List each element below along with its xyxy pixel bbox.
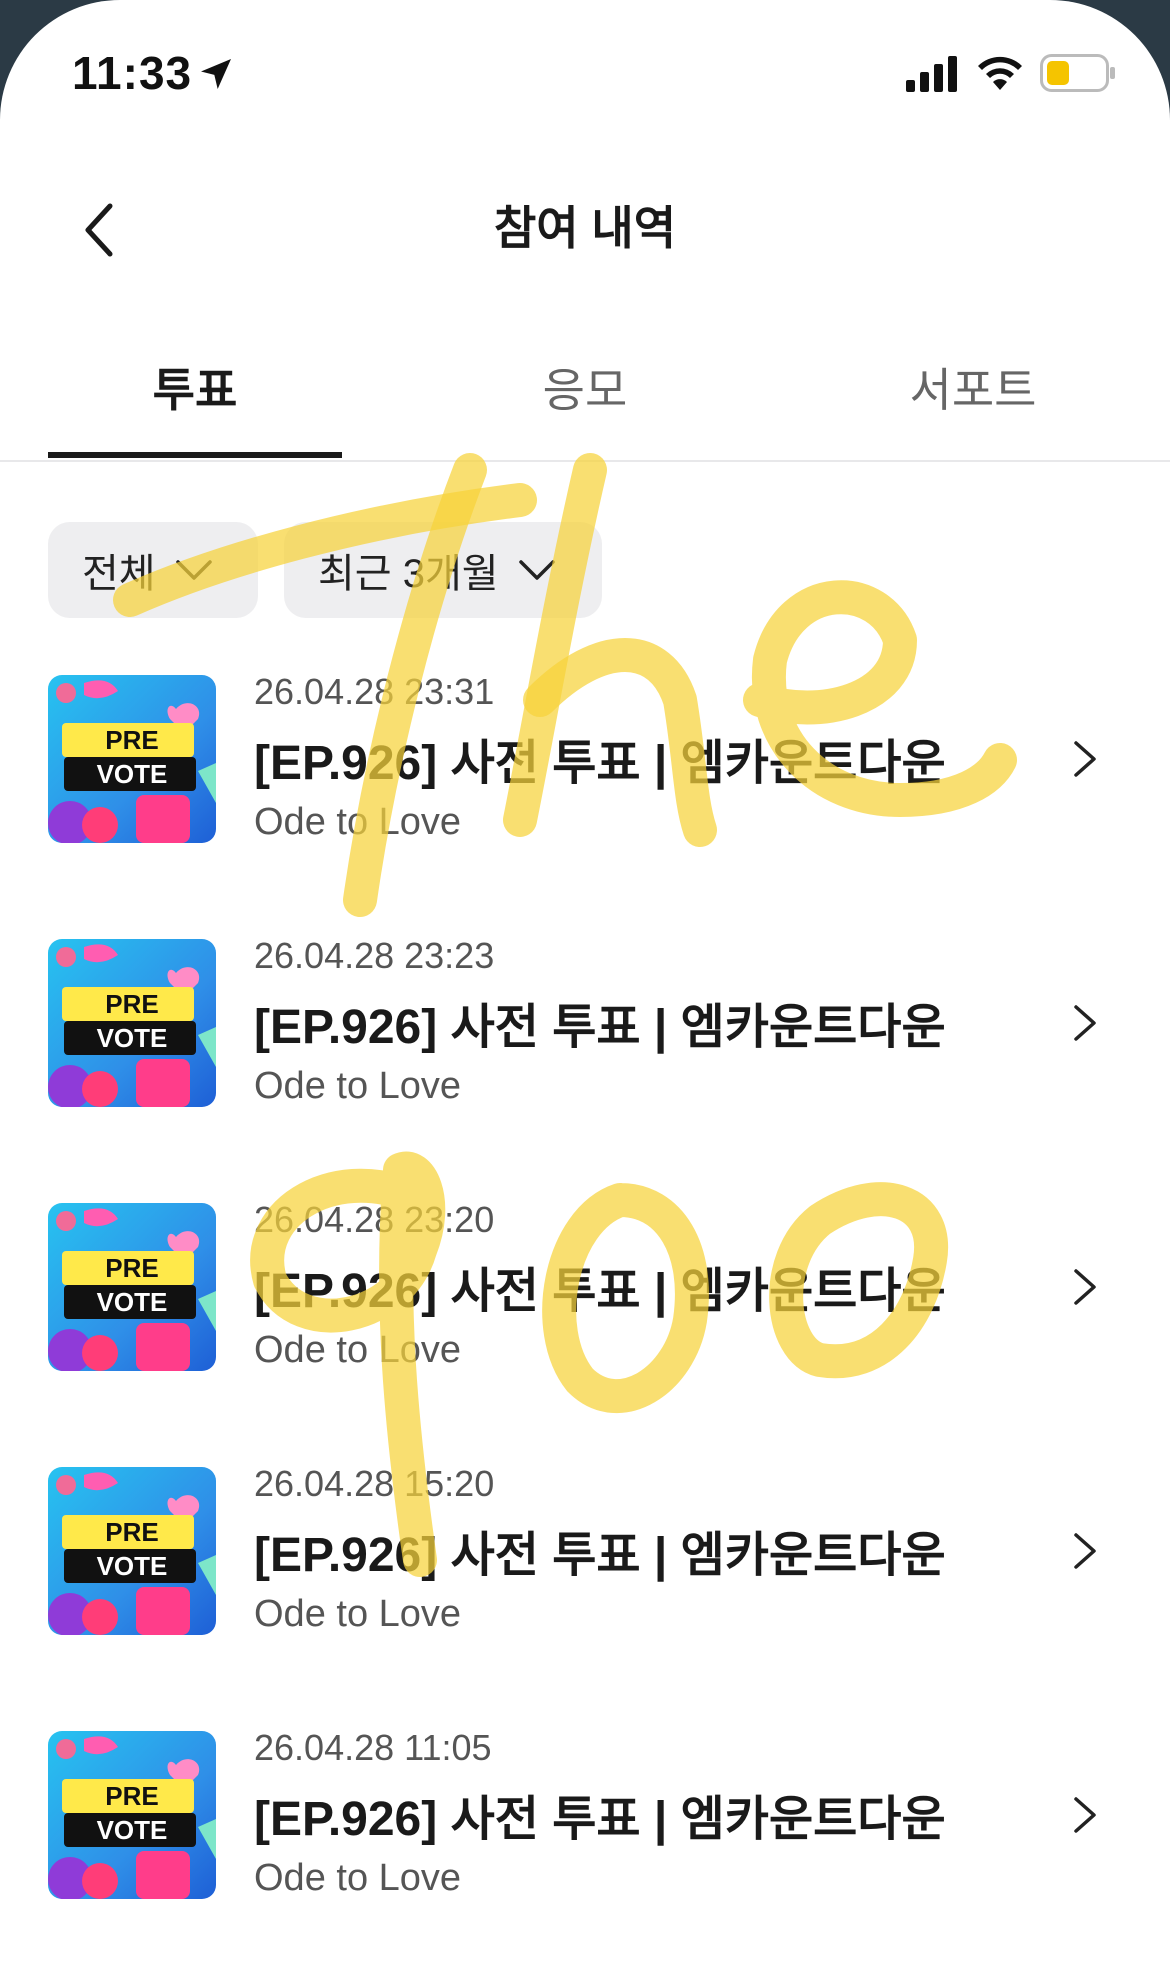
item-date: 26.04.28 11:05 bbox=[254, 1727, 492, 1768]
item-subtitle: Ode to Love bbox=[254, 801, 462, 843]
period-filter-dropdown[interactable]: 최근 3개월 bbox=[284, 522, 602, 618]
item-date: 26.04.28 23:20 bbox=[254, 1199, 495, 1240]
cellular-signal-icon bbox=[906, 56, 957, 92]
tab-support[interactable]: 서포트 bbox=[826, 354, 1120, 454]
thumb-pre-text: PRE bbox=[105, 1781, 158, 1811]
pre-vote-banner-image: PRE VOTE bbox=[48, 675, 216, 843]
header: 참여 내역 bbox=[0, 160, 1170, 290]
item-date: 26.04.28 23:31 bbox=[254, 671, 495, 712]
thumb-vote-text: VOTE bbox=[97, 759, 168, 789]
chevron-down-icon bbox=[175, 560, 212, 580]
list-item[interactable]: PRE VOTE 26.04.28 11:05 [EP.926] 사전 투표 |… bbox=[0, 1727, 1170, 1931]
list-item[interactable]: PRE VOTE 26.04.28 23:23 [EP.926] 사전 투표 |… bbox=[0, 935, 1170, 1139]
period-filter-label: 최근 3개월 bbox=[318, 552, 499, 596]
item-subtitle: Ode to Love bbox=[254, 1329, 462, 1371]
chevron-right-icon bbox=[1074, 1533, 1096, 1569]
list-item[interactable]: PRE VOTE 26.04.28 15:20 [EP.926] 사전 투표 |… bbox=[0, 1463, 1170, 1667]
tab-vote[interactable]: 투표 bbox=[48, 354, 342, 454]
pre-vote-banner-image: PRE VOTE bbox=[48, 1731, 216, 1899]
chevron-right-icon bbox=[1074, 1797, 1096, 1833]
pre-vote-thumbnail: PRE VOTE bbox=[48, 939, 216, 1107]
pre-vote-banner-image: PRE VOTE bbox=[48, 1467, 216, 1635]
item-date: 26.04.28 15:20 bbox=[254, 1463, 495, 1504]
pre-vote-thumbnail: PRE VOTE bbox=[48, 675, 216, 843]
item-date: 26.04.28 23:23 bbox=[254, 935, 495, 976]
thumb-pre-text: PRE bbox=[105, 725, 158, 755]
location-arrow-icon bbox=[201, 59, 231, 89]
item-subtitle: Ode to Love bbox=[254, 1857, 462, 1899]
wifi-icon bbox=[978, 56, 1022, 90]
page-title: 참여 내역 bbox=[493, 202, 677, 254]
list-item[interactable]: PRE VOTE 26.04.28 23:31 [EP.926] 사전 투표 |… bbox=[0, 671, 1170, 875]
pre-vote-thumbnail: PRE VOTE bbox=[48, 1731, 216, 1899]
pre-vote-thumbnail: PRE VOTE bbox=[48, 1203, 216, 1371]
thumb-pre-text: PRE bbox=[105, 989, 158, 1019]
item-title: [EP.926] 사전 투표 | 엠카운트다운 bbox=[254, 1529, 946, 1582]
category-filter-dropdown[interactable]: 전체 bbox=[48, 522, 258, 618]
item-title: [EP.926] 사전 투표 | 엠카운트다운 bbox=[254, 1793, 946, 1846]
thumb-vote-text: VOTE bbox=[97, 1023, 168, 1053]
status-bar: 11:33 bbox=[0, 0, 1170, 150]
item-subtitle: Ode to Love bbox=[254, 1593, 462, 1635]
thumb-vote-text: VOTE bbox=[97, 1287, 168, 1317]
chevron-down-icon bbox=[518, 560, 555, 580]
thumb-vote-text: VOTE bbox=[97, 1815, 168, 1845]
category-filter-label: 전체 bbox=[82, 552, 156, 596]
battery-low-icon bbox=[1040, 54, 1115, 92]
pre-vote-thumbnail: PRE VOTE bbox=[48, 1467, 216, 1635]
pre-vote-banner-image: PRE VOTE bbox=[48, 1203, 216, 1371]
item-subtitle: Ode to Love bbox=[254, 1065, 462, 1107]
thumb-pre-text: PRE bbox=[105, 1253, 158, 1283]
tab-bar: 투표 응모 서포트 bbox=[0, 330, 1170, 462]
pre-vote-banner-image: PRE VOTE bbox=[48, 939, 216, 1107]
thumb-pre-text: PRE bbox=[105, 1517, 158, 1547]
thumb-vote-text: VOTE bbox=[97, 1551, 168, 1581]
chevron-right-icon bbox=[1074, 1005, 1096, 1041]
status-time: 11:33 bbox=[72, 47, 193, 99]
chevron-right-icon bbox=[1074, 1269, 1096, 1305]
list-item[interactable]: PRE VOTE 26.04.28 23:20 [EP.926] 사전 투표 |… bbox=[0, 1199, 1170, 1403]
item-title: [EP.926] 사전 투표 | 엠카운트다운 bbox=[254, 737, 946, 790]
chevron-right-icon bbox=[1074, 741, 1096, 777]
item-title: [EP.926] 사전 투표 | 엠카운트다운 bbox=[254, 1265, 946, 1318]
app-screen: 11:33 참여 내역 투표 응모 서포트 전체 최근 3개월 PRE VOTE… bbox=[0, 0, 1170, 1978]
active-tab-indicator bbox=[48, 452, 342, 458]
tab-entry[interactable]: 응모 bbox=[438, 354, 732, 454]
item-title: [EP.926] 사전 투표 | 엠카운트다운 bbox=[254, 1001, 946, 1054]
